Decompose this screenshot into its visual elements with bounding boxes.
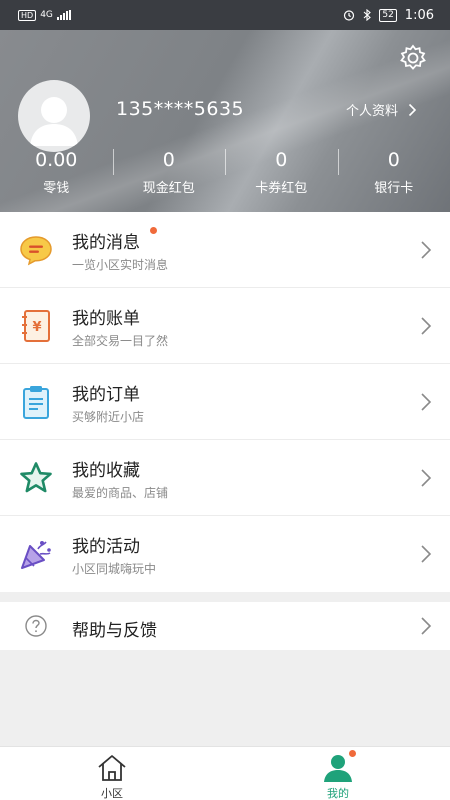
stat-value: 0.00 [35, 149, 78, 171]
menu-item-favorites[interactable]: 我的收藏 最爱的商品、店铺 [0, 440, 450, 516]
menu-subtitle: 小区同城嗨玩中 [72, 562, 157, 576]
menu-title: 我的收藏 [72, 461, 140, 481]
stat-value: 0 [275, 149, 288, 171]
tab-me[interactable]: 我的 [278, 747, 398, 800]
help-feedback-row[interactable]: 帮助与反馈 [0, 602, 450, 650]
message-icon [20, 236, 52, 266]
chevron-right-icon [421, 393, 432, 411]
hd-badge: HD [18, 9, 37, 21]
default-avatar-icon [30, 97, 78, 146]
stat-value: 0 [162, 149, 175, 171]
unread-dot [150, 227, 157, 234]
battery-indicator: 52 [379, 8, 397, 22]
bottom-tab-bar: 小区 我的 [0, 746, 450, 800]
home-icon [98, 755, 126, 781]
chevron-right-icon [421, 545, 432, 563]
tab-label: 我的 [327, 787, 349, 800]
svg-text:¥: ¥ [32, 320, 41, 335]
status-left: HD 4G [18, 9, 71, 21]
phone-number: 135****5635 [116, 98, 245, 120]
person-icon [324, 755, 352, 782]
stat-label: 零钱 [43, 181, 70, 196]
stat-change[interactable]: 0.00 零钱 [0, 145, 113, 197]
stat-label: 现金红包 [142, 181, 195, 196]
tab-label: 小区 [101, 787, 123, 800]
tab-community[interactable]: 小区 [52, 747, 172, 800]
menu-subtitle: 买够附近小店 [72, 410, 145, 424]
stat-label: 银行卡 [374, 181, 414, 196]
avatar[interactable] [18, 80, 90, 152]
chevron-right-icon [421, 469, 432, 487]
party-popper-icon [21, 541, 51, 569]
profile-link-label: 个人资料 [346, 104, 399, 119]
bill-icon: ¥ [22, 310, 50, 342]
menu-item-activities[interactable]: 我的活动 小区同城嗨玩中 [0, 516, 450, 592]
menu-subtitle: 最爱的商品、店铺 [72, 486, 169, 500]
menu-list: 我的消息 一览小区实时消息 ¥ 我的账单 全部交易一目了然 我的订单 买够附近小… [0, 212, 450, 592]
stat-cash-red-packet[interactable]: 0 现金红包 [112, 145, 226, 197]
menu-subtitle: 一览小区实时消息 [72, 258, 169, 272]
menu-item-bills[interactable]: ¥ 我的账单 全部交易一目了然 [0, 288, 450, 364]
network-type: 4G [40, 10, 53, 20]
chevron-right-icon [421, 617, 432, 635]
order-clipboard-icon [23, 386, 49, 419]
chevron-right-icon [408, 103, 417, 116]
help-icon [25, 615, 47, 637]
alarm-icon [344, 10, 355, 21]
notification-dot [349, 750, 356, 757]
menu-item-orders[interactable]: 我的订单 买够附近小店 [0, 364, 450, 440]
status-right: 52 1:06 [343, 8, 434, 23]
menu-subtitle: 全部交易一目了然 [72, 334, 169, 348]
stat-bank-card[interactable]: 0 银行卡 [337, 145, 450, 197]
profile-details-link[interactable]: 个人资料 [346, 100, 417, 119]
stat-value: 0 [387, 149, 400, 171]
signal-icon [56, 10, 71, 20]
chevron-right-icon [421, 241, 432, 259]
stat-coupon-red-packet[interactable]: 0 卡券红包 [225, 145, 338, 197]
menu-title: 我的活动 [72, 537, 140, 557]
wallet-stats: 0.00 零钱 0 现金红包 0 卡券红包 0 银行卡 [0, 145, 450, 197]
menu-title: 我的账单 [72, 309, 140, 329]
menu-title: 我的消息 [72, 233, 140, 253]
chevron-right-icon [421, 317, 432, 335]
profile-header: 135****5635 个人资料 0.00 零钱 0 现金红包 0 卡券红包 0… [0, 30, 450, 212]
stat-label: 卡券红包 [255, 181, 308, 196]
status-bar: HD 4G 52 1:06 [0, 0, 450, 30]
star-icon [20, 462, 52, 493]
menu-item-messages[interactable]: 我的消息 一览小区实时消息 [0, 212, 450, 288]
help-title: 帮助与反馈 [72, 621, 157, 641]
bluetooth-icon [363, 9, 372, 21]
settings-gear-icon[interactable] [397, 42, 429, 74]
clock: 1:06 [404, 7, 434, 23]
menu-title: 我的订单 [72, 385, 140, 405]
